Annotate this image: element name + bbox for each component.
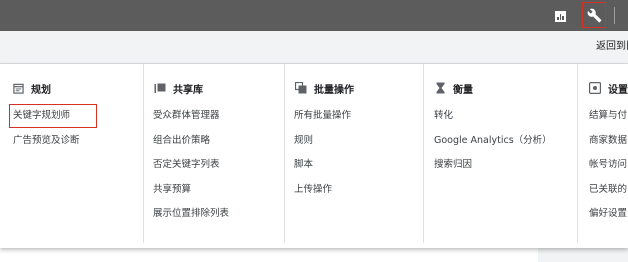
menu-column-measurement: 衡量 转化 Google Analytics（分析） 搜索归因	[423, 64, 578, 243]
menu-item-scripts[interactable]: 脚本	[294, 158, 313, 172]
toolbar-divider	[614, 7, 615, 24]
menu-column-setup: 设置 结算与付 商家数据 帐号访问 已关联的 偏好设置	[577, 64, 628, 243]
shared-library-header: 共享库	[154, 81, 203, 96]
menu-item-business-data[interactable]: 商家数据	[589, 134, 627, 148]
bulk-actions-header: 批量操作	[295, 81, 354, 96]
menu-item-google-analytics[interactable]: Google Analytics（分析）	[434, 134, 552, 148]
menu-item-preferences[interactable]: 偏好设置	[589, 207, 627, 221]
measurement-header: 衡量	[434, 81, 473, 96]
menu-item-placement-exclusions[interactable]: 展示位置排除列表	[153, 207, 229, 221]
menu-item-conversions[interactable]: 转化	[434, 109, 453, 123]
measurement-title: 衡量	[453, 84, 473, 96]
planning-header: 规划	[12, 81, 51, 96]
menu-item-portfolio-bidding[interactable]: 组合出价策略	[153, 134, 210, 148]
planning-title: 规划	[31, 84, 51, 96]
menu-item-shared-budgets[interactable]: 共享预算	[153, 183, 191, 197]
return-to-old-link[interactable]: 返回到旧	[596, 31, 628, 63]
menu-item-rules[interactable]: 规则	[294, 134, 313, 148]
menu-item-negative-keyword-lists[interactable]: 否定关键字列表	[153, 158, 220, 172]
menu-item-account-access[interactable]: 帐号访问	[589, 158, 627, 172]
bar-chart-icon[interactable]	[552, 0, 568, 31]
tools-menu-panel: 规划 关键字规划师 广告预览及诊断 共享库 受众群体管理器 组合出价策略 否定关…	[0, 64, 628, 248]
tools-button[interactable]	[582, 2, 606, 28]
top-toolbar	[0, 0, 628, 31]
calendar-icon	[12, 82, 24, 94]
menu-column-shared-library: 共享库 受众群体管理器 组合出价策略 否定关键字列表 共享预算 展示位置排除列表	[143, 64, 285, 243]
wrench-icon	[587, 8, 601, 22]
menu-item-all-bulk-actions[interactable]: 所有批量操作	[294, 109, 351, 123]
setup-title: 设置	[608, 84, 628, 96]
hourglass-icon	[434, 82, 446, 94]
menu-item-audience-manager[interactable]: 受众群体管理器	[153, 109, 220, 123]
menu-item-billing[interactable]: 结算与付	[589, 109, 627, 123]
menu-item-uploads[interactable]: 上传操作	[294, 183, 332, 197]
copy-icon	[295, 82, 307, 94]
settings-icon	[589, 82, 601, 94]
shared-library-title: 共享库	[173, 84, 203, 96]
menu-item-search-attribution[interactable]: 搜索归因	[434, 158, 472, 172]
bulk-actions-title: 批量操作	[314, 84, 354, 96]
sub-header: 返回到旧	[0, 31, 628, 64]
menu-column-bulk-actions: 批量操作 所有批量操作 规则 脚本 上传操作	[284, 64, 424, 243]
setup-header: 设置	[589, 81, 628, 96]
menu-item-ad-preview[interactable]: 广告预览及诊断	[13, 134, 80, 148]
menu-item-keyword-planner[interactable]: 关键字规划师	[13, 109, 70, 123]
menu-item-linked-accounts[interactable]: 已关联的	[589, 183, 627, 197]
library-icon	[154, 82, 166, 94]
menu-column-planning: 规划 关键字规划师 广告预览及诊断	[0, 64, 143, 243]
